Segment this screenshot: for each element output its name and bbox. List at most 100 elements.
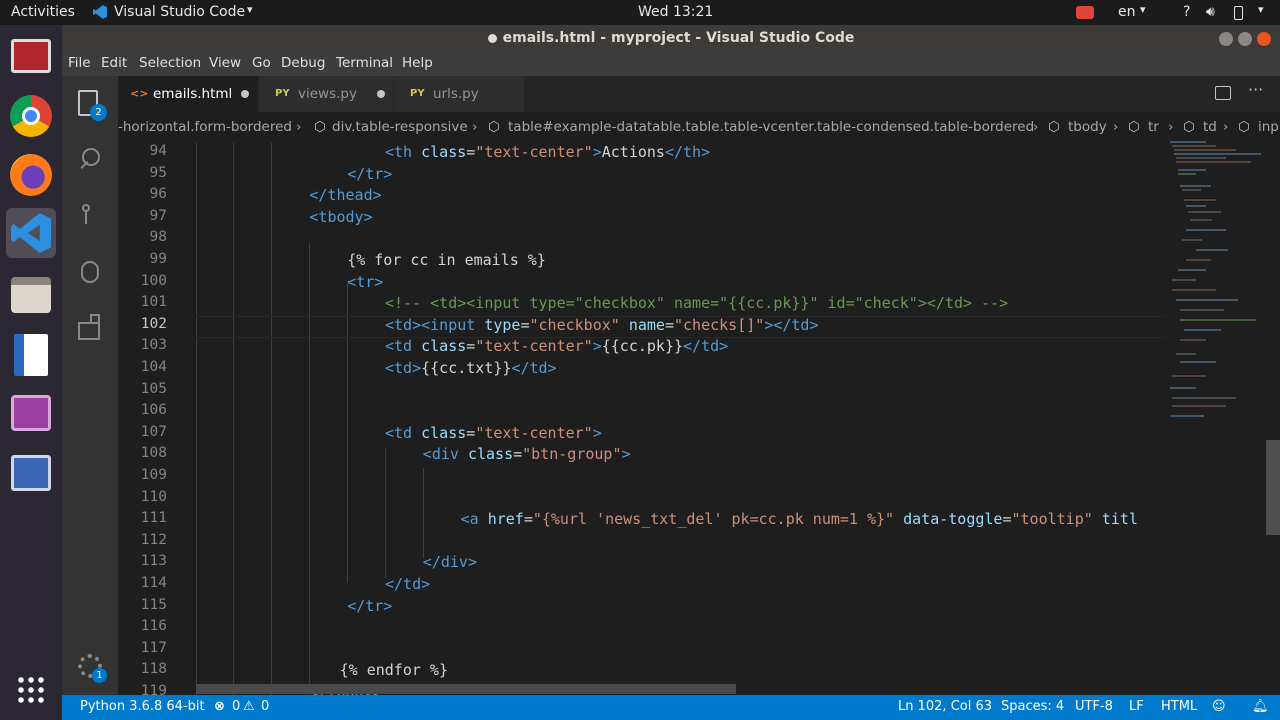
feedback-icon[interactable]: ☺ [1212,699,1226,714]
error-icon[interactable]: ⊗ [214,699,225,714]
menu-edit[interactable]: Edit [101,55,127,71]
code-line[interactable]: {% endfor %} [340,661,448,683]
code-token: > [621,445,631,464]
vertical-scrollbar-thumb[interactable] [1266,440,1280,535]
code-line[interactable]: </div> [423,553,477,575]
menu-terminal[interactable]: Terminal [336,55,393,71]
code-token: = [520,315,530,334]
line-ending[interactable]: LF [1129,699,1144,714]
minimize-window-button[interactable] [1219,32,1233,46]
code-line[interactable]: <td>{{cc.txt}}</td> [385,359,557,381]
source-control-button[interactable] [74,200,106,232]
code-line[interactable]: <a href="{%url 'news_txt_del' pk=cc.pk n… [461,510,1138,532]
record-icon[interactable] [1076,6,1094,19]
code-line[interactable]: <td><input type="checkbox" name="checks[… [385,316,819,338]
warning-count[interactable]: 0 [261,699,269,714]
breadcrumb-item[interactable]: tbody [1068,119,1107,135]
error-count[interactable]: 0 [232,699,240,714]
search-button[interactable] [74,144,106,176]
close-window-button[interactable] [1257,32,1271,46]
tab-urls-py[interactable]: PY urls.py [394,76,524,112]
dock-firefox[interactable] [6,150,56,200]
code-token: Actions [601,143,665,161]
menu-view[interactable]: View [209,55,241,71]
help-icon[interactable]: ? [1183,4,1190,20]
breadcrumb-item[interactable]: td [1203,119,1217,135]
battery-icon[interactable] [1234,6,1243,20]
dock-files[interactable] [6,270,56,320]
app-menu[interactable]: Visual Studio Code [114,4,245,20]
code-token: data-toggle [903,510,1003,529]
more-actions-icon[interactable]: ··· [1248,80,1263,99]
language-mode[interactable]: HTML [1161,699,1197,714]
element-icon: ⬡ [1048,119,1060,135]
dock-screen-recorder[interactable] [6,31,56,81]
system-menu-chevron-icon[interactable]: ▾ [1258,3,1264,16]
code-token: = [513,445,523,464]
code-token: <tr> [347,272,384,291]
line-number: 108 [140,445,167,462]
dock-vscode[interactable] [6,208,56,258]
dock-chrome[interactable] [6,91,56,141]
code-line[interactable]: <td class="text-center">{{cc.pk}}</td> [385,337,728,359]
dock-video-app[interactable] [6,388,56,438]
split-editor-icon[interactable] [1215,86,1231,100]
menu-help[interactable]: Help [402,55,433,71]
menu-selection[interactable]: Selection [139,55,201,71]
code-line[interactable]: </thead> [309,186,381,208]
tab-emails-html[interactable]: <> emails.html [118,76,258,112]
menu-file[interactable]: File [68,55,91,71]
show-applications-button[interactable] [6,665,56,715]
file-manager-icon [11,277,51,313]
breadcrumb-item[interactable]: div.table-responsive [332,119,468,135]
menu-go[interactable]: Go [252,55,271,71]
code-line[interactable]: <div class="btn-group"> [423,445,631,467]
code-line[interactable]: </tr> [347,597,392,619]
encoding[interactable]: UTF-8 [1075,699,1113,714]
breadcrumb-item[interactable]: table#example-datatable.table.table-vcen… [508,119,1034,135]
code-line[interactable]: <tr> [347,273,383,295]
indentation[interactable]: Spaces: 4 [1001,699,1064,714]
source-control-icon [82,204,90,212]
python-interpreter[interactable]: Python 3.6.8 64-bit [80,699,205,714]
line-number: 101 [140,294,167,311]
code-line[interactable]: </td> [385,575,430,597]
code-line[interactable]: {% for cc in emails %} [347,251,546,273]
extensions-button[interactable] [74,312,106,344]
menu-debug[interactable]: Debug [281,55,325,71]
code-line[interactable]: <td class="text-center"> [385,424,602,446]
warning-icon[interactable]: ⚠ [243,699,255,714]
code-line[interactable]: <th class="text-center">Actions</th> [385,143,710,165]
code-token: </td> [683,337,729,356]
unsaved-indicator-icon[interactable] [241,90,249,98]
code-editor[interactable]: <th class="text-center">Actions</th> </tr… [196,143,1166,695]
maximize-window-button[interactable] [1238,32,1252,46]
element-icon: ⬡ [1128,119,1140,135]
element-icon: ⬡ [488,119,500,135]
cursor-position[interactable]: Ln 102, Col 63 [898,699,992,714]
breadcrumb-item[interactable]: inp [1258,119,1279,135]
unsaved-indicator-icon[interactable] [377,90,385,98]
code-line[interactable]: <!-- <td><input type="checkbox" name="{{… [385,294,1008,316]
activities-button[interactable]: Activities [11,4,75,20]
volume-icon[interactable]: 🔊︎ [1206,4,1215,20]
horizontal-scrollbar-thumb[interactable] [196,684,736,694]
explorer-button[interactable]: 2 [74,88,107,121]
dock-writer[interactable] [6,330,56,380]
code-line[interactable]: </tr> [347,165,392,187]
code-line[interactable]: <tbody> [309,208,372,230]
dock-remote-desktop[interactable] [6,448,56,498]
tab-label: views.py [298,86,357,102]
tab-views-py[interactable]: PY views.py [259,76,393,112]
line-number: 96 [149,186,167,203]
breadcrumb-item[interactable]: tr [1148,119,1159,135]
breadcrumb-item[interactable]: -horizontal.form-bordered [118,119,292,135]
debug-button[interactable] [74,256,106,288]
clock[interactable]: Wed 13:21 [638,4,713,20]
notifications-bell-icon[interactable]: 🔔︎ [1252,699,1269,714]
minimap[interactable] [1166,140,1266,430]
language-indicator[interactable]: en [1118,4,1136,20]
manage-button[interactable]: 1 [74,652,107,684]
code-token: <td [385,423,422,442]
